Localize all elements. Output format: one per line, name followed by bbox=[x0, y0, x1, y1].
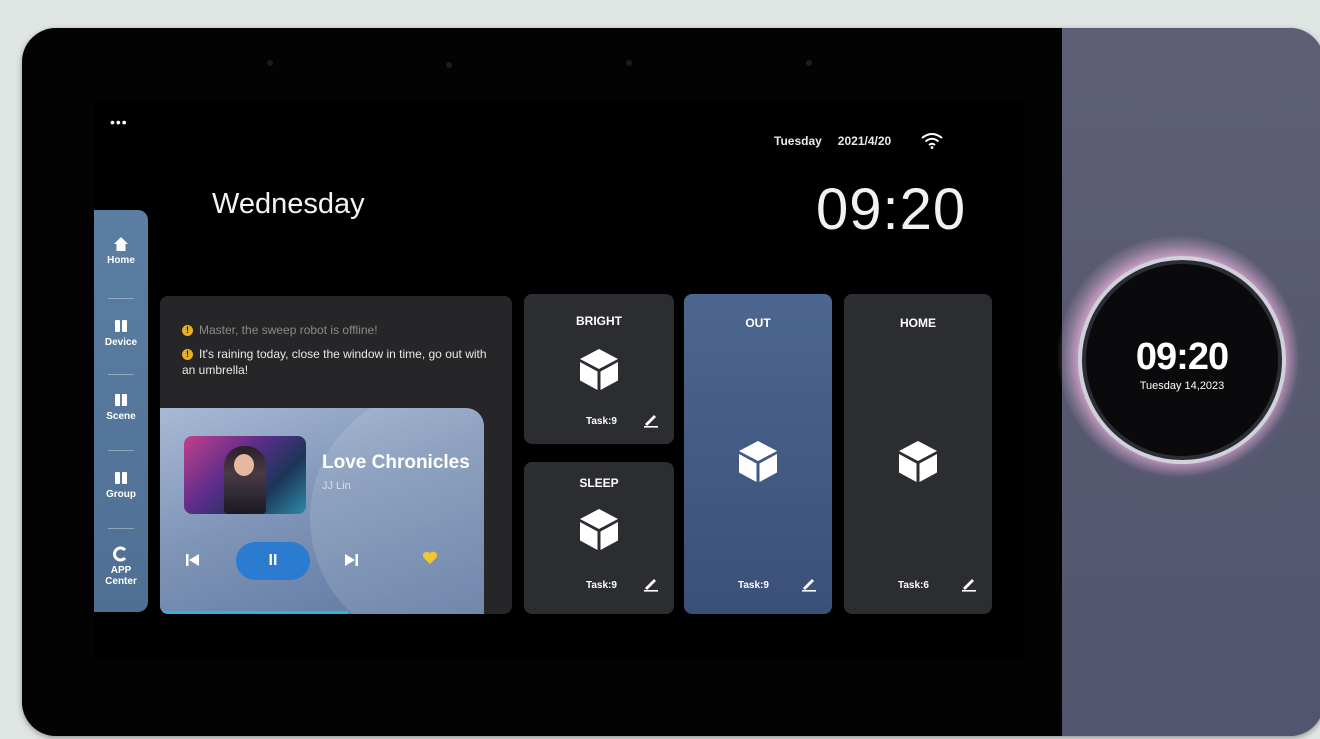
alert-icon: ! bbox=[182, 349, 193, 360]
task-count: Task:9 bbox=[738, 580, 769, 591]
notice-item: ! It's raining today, close the window in… bbox=[182, 346, 498, 378]
edit-pencil-icon[interactable] bbox=[642, 410, 660, 428]
app-center-icon bbox=[113, 546, 127, 562]
display-screen: ••• Tuesday 2021/4/20 Wednesday 09:20 Ho… bbox=[94, 100, 1024, 660]
divider bbox=[108, 528, 134, 529]
sensor-dot bbox=[806, 60, 812, 66]
playback-progress-bar[interactable] bbox=[160, 611, 348, 614]
task-count: Task:9 bbox=[586, 580, 617, 591]
menu-dots-button[interactable]: ••• bbox=[110, 114, 128, 130]
task-count: Task:6 bbox=[898, 580, 929, 591]
sidebar-item-home[interactable]: Home bbox=[94, 236, 148, 266]
scene-name: SLEEP bbox=[579, 476, 619, 490]
edit-pencil-icon[interactable] bbox=[960, 574, 978, 592]
notice-text: Master, the sweep robot is offline! bbox=[199, 323, 378, 337]
artist-name: JJ Lin bbox=[322, 480, 351, 492]
knob-date: Tuesday 14,2023 bbox=[1139, 380, 1225, 392]
scene-name: HOME bbox=[900, 316, 936, 330]
weekday-title: Wednesday bbox=[212, 188, 365, 220]
screen-bezel: ••• Tuesday 2021/4/20 Wednesday 09:20 Ho… bbox=[22, 28, 1062, 736]
sensor-dot bbox=[267, 60, 273, 66]
scene-name: BRIGHT bbox=[576, 314, 622, 328]
song-title: Love Chronicles bbox=[322, 452, 470, 473]
main-clock: 09:20 bbox=[816, 177, 967, 242]
pause-button[interactable]: II bbox=[236, 542, 310, 580]
sidebar-nav: Home Device Scene Group APP Center bbox=[94, 210, 148, 612]
task-count: Task:9 bbox=[586, 416, 617, 427]
sidebar-item-scene[interactable]: Scene bbox=[94, 392, 148, 422]
home-icon bbox=[114, 237, 128, 251]
divider bbox=[108, 450, 134, 451]
music-player: Love Chronicles JJ Lin II bbox=[160, 408, 484, 614]
scene-card-sleep[interactable]: SLEEP Task:9 bbox=[524, 462, 674, 614]
sensor-dot bbox=[446, 62, 452, 68]
knob-clock: 09:20 bbox=[1135, 336, 1229, 378]
next-track-icon[interactable] bbox=[344, 554, 358, 566]
scene-card-out[interactable]: OUT Task:9 bbox=[684, 294, 832, 614]
status-date: 2021/4/20 bbox=[837, 134, 892, 148]
sidebar-item-label: Group bbox=[106, 489, 136, 500]
notification-music-card: ! Master, the sweep robot is offline! ! It… bbox=[160, 296, 512, 614]
group-icon bbox=[115, 472, 127, 484]
scene-card-bright[interactable]: BRIGHT Task:9 bbox=[524, 294, 674, 444]
notice-item: ! Master, the sweep robot is offline! bbox=[182, 322, 502, 338]
notice-text: It's raining today, close the window in … bbox=[182, 347, 487, 377]
sidebar-item-label: Home bbox=[107, 255, 135, 266]
status-bar: Tuesday 2021/4/20 bbox=[774, 133, 943, 149]
divider bbox=[108, 374, 134, 375]
edit-pencil-icon[interactable] bbox=[642, 574, 660, 592]
sidebar-item-label: Device bbox=[104, 337, 138, 348]
decorative-swoosh bbox=[310, 408, 484, 614]
cube-icon bbox=[739, 441, 777, 482]
status-day: Tuesday bbox=[774, 134, 822, 148]
cube-icon bbox=[580, 349, 618, 390]
scene-icon bbox=[115, 394, 127, 406]
wifi-icon bbox=[921, 133, 943, 149]
album-face bbox=[234, 454, 254, 476]
previous-track-icon[interactable] bbox=[186, 554, 200, 566]
sidebar-item-group[interactable]: Group bbox=[94, 470, 148, 500]
favorite-heart-icon[interactable] bbox=[422, 551, 438, 565]
sidebar-item-label: APP Center bbox=[105, 565, 137, 587]
edit-pencil-icon[interactable] bbox=[800, 574, 818, 592]
rotary-knob-display[interactable]: 09:20 Tuesday 14,2023 bbox=[1078, 256, 1286, 464]
album-art[interactable] bbox=[184, 436, 306, 514]
cube-icon bbox=[899, 441, 937, 482]
scene-card-home[interactable]: HOME Task:6 bbox=[844, 294, 992, 614]
sidebar-item-app-center[interactable]: APP Center bbox=[94, 546, 148, 587]
sidebar-item-label: Scene bbox=[106, 411, 136, 422]
alert-icon: ! bbox=[182, 325, 193, 336]
cube-icon bbox=[580, 509, 618, 550]
divider bbox=[108, 298, 134, 299]
scene-name: OUT bbox=[745, 316, 771, 330]
sensor-dot bbox=[626, 60, 632, 66]
sidebar-item-device[interactable]: Device bbox=[94, 318, 148, 348]
device-icon bbox=[115, 320, 127, 332]
